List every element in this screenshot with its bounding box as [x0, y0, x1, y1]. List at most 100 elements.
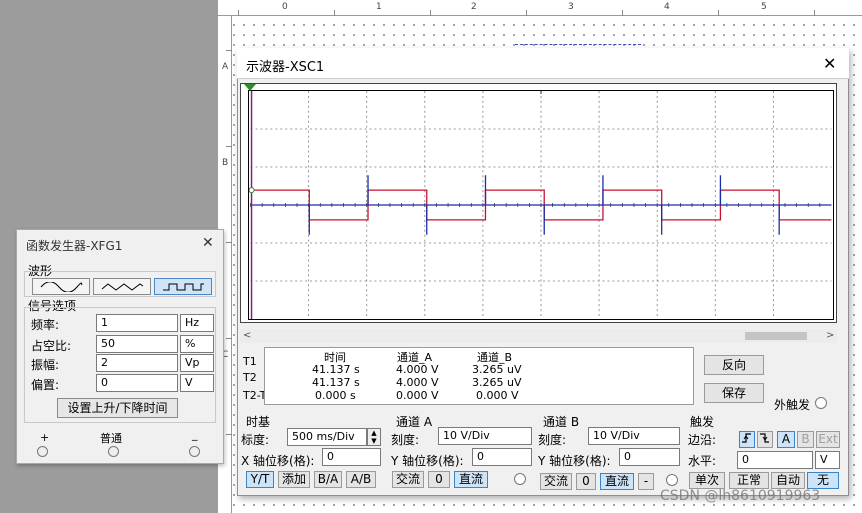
- plus-terminal-label: +: [40, 431, 50, 444]
- oscilloscope-titlebar[interactable]: [237, 48, 849, 79]
- falling-edge-button[interactable]: [757, 431, 773, 448]
- t2-t1-channel-a: 0.000 V: [396, 389, 439, 402]
- x-position-input[interactable]: 0: [322, 448, 381, 466]
- square-wave-button[interactable]: [154, 278, 212, 295]
- timebase-scale-input[interactable]: 500 ms/Div: [287, 428, 367, 446]
- frequency-input[interactable]: 1: [96, 314, 178, 332]
- t2-t1-time: 0.000 s: [315, 389, 356, 402]
- plus-terminal[interactable]: [37, 446, 48, 457]
- minus-terminal-label: _: [192, 428, 198, 441]
- single-trigger-button[interactable]: 单次: [689, 472, 725, 489]
- scroll-left-icon[interactable]: <: [243, 330, 251, 341]
- channel-a-scale-label: 刻度:: [391, 433, 420, 447]
- channel-a-ac-button[interactable]: 交流: [392, 471, 424, 488]
- trigger-source-b-button[interactable]: B: [797, 431, 814, 448]
- oscilloscope-title: 示波器-XSC1: [246, 60, 325, 75]
- watermark: CSDN @lh8610919963: [660, 488, 821, 504]
- external-trigger-terminal[interactable]: [815, 397, 827, 409]
- channel-b-scale-label: 刻度:: [538, 433, 567, 447]
- channel-a-title: 通道 A: [396, 415, 433, 429]
- channel-b-y-position-input[interactable]: 0: [619, 448, 680, 466]
- t2-channel-a: 4.000 V: [396, 376, 439, 389]
- rising-edge-button[interactable]: [739, 431, 755, 448]
- normal-trigger-button[interactable]: 正常: [729, 472, 769, 489]
- channel-b-title: 通道 B: [543, 415, 580, 429]
- reverse-button[interactable]: 反向: [704, 355, 764, 375]
- channel-a-zero-button[interactable]: 0: [428, 471, 450, 488]
- duty-cycle-unit[interactable]: %: [180, 335, 214, 353]
- save-button[interactable]: 保存: [704, 383, 764, 403]
- offset-input[interactable]: 0: [96, 374, 178, 392]
- add-mode-button[interactable]: 添加: [278, 471, 310, 488]
- timebase-title: 时基: [246, 415, 271, 429]
- channel-a-y-position-label: Y 轴位移(格):: [391, 454, 464, 468]
- channel-b-dc-button[interactable]: 直流: [600, 473, 634, 490]
- ruler-number: 0: [282, 2, 288, 12]
- channel-b-scale-input[interactable]: 10 V/Div: [588, 427, 680, 445]
- t2-t1-channel-b: 0.000 V: [476, 389, 519, 402]
- common-terminal[interactable]: [108, 446, 119, 457]
- timebase-scale-label: 标度:: [241, 433, 270, 447]
- t1-channel-b: 3.265 uV: [472, 363, 522, 376]
- amplitude-label: 振幅:: [31, 358, 60, 372]
- duty-cycle-label: 占空比:: [31, 339, 72, 353]
- channel-a-dc-button[interactable]: 直流: [454, 471, 488, 488]
- channel-b-terminal[interactable]: [666, 474, 678, 486]
- trigger-source-a-button[interactable]: A: [777, 431, 795, 448]
- common-terminal-label: 普通: [100, 432, 122, 445]
- offset-unit[interactable]: V: [180, 374, 214, 392]
- rise-fall-time-button[interactable]: 设置上升/下降时间: [57, 398, 178, 418]
- ruler-number: 1: [376, 2, 382, 12]
- ruler-number: 5: [761, 2, 767, 12]
- duty-cycle-input[interactable]: 50: [96, 335, 178, 353]
- trigger-level-input[interactable]: 0: [737, 451, 813, 469]
- triangle-wave-button[interactable]: [93, 278, 151, 295]
- timebase-spinner[interactable]: ▲ ▼: [367, 428, 381, 446]
- auto-trigger-button[interactable]: 自动: [771, 472, 805, 489]
- amplitude-unit[interactable]: Vp: [180, 354, 214, 372]
- trigger-title: 触发: [690, 415, 715, 429]
- t1-label: T1: [243, 355, 257, 368]
- ba-mode-button[interactable]: B/A: [314, 471, 342, 488]
- x-position-label: X 轴位移(格):: [241, 454, 315, 468]
- frequency-unit[interactable]: Hz: [180, 314, 214, 332]
- sine-wave-icon: [40, 281, 83, 292]
- ruler-row-letter: B: [222, 158, 229, 168]
- cursor-t1-point: [249, 187, 255, 194]
- channel-a-y-position-input[interactable]: 0: [472, 448, 532, 466]
- ruler-number: 3: [568, 2, 574, 12]
- yt-mode-button[interactable]: Y/T: [246, 471, 274, 488]
- t2-label: T2: [243, 371, 257, 384]
- t2-channel-b: 3.265 uV: [472, 376, 522, 389]
- ruler-number: 2: [471, 2, 477, 12]
- scrollbar-thumb[interactable]: [745, 332, 807, 340]
- external-trigger-label: 外触发: [774, 398, 811, 412]
- frequency-label: 频率:: [31, 318, 60, 332]
- amplitude-input[interactable]: 2: [96, 354, 178, 372]
- t2-time: 41.137 s: [312, 376, 360, 389]
- channel-b-zero-button[interactable]: 0: [576, 473, 596, 490]
- scope-display[interactable]: [248, 90, 834, 320]
- close-icon[interactable]: ✕: [202, 235, 214, 251]
- horizontal-scrollbar[interactable]: < >: [240, 329, 837, 343]
- sine-wave-button[interactable]: [32, 278, 90, 295]
- square-wave-icon: [163, 283, 204, 290]
- cursor-t1-marker-icon[interactable]: [243, 83, 257, 93]
- channel-a-scale-input[interactable]: 10 V/Div: [438, 427, 532, 445]
- scroll-right-icon[interactable]: >: [826, 330, 834, 341]
- channel-b-ac-button[interactable]: 交流: [540, 473, 572, 490]
- ruler-row-letter: A: [222, 62, 229, 72]
- none-trigger-button[interactable]: 无: [807, 472, 839, 489]
- minus-terminal[interactable]: [189, 446, 200, 457]
- channel-b-minus-button[interactable]: -: [638, 473, 654, 490]
- close-icon[interactable]: ✕: [823, 54, 836, 73]
- channel-a-terminal[interactable]: [514, 473, 526, 485]
- trigger-source-ext-button[interactable]: Ext: [816, 431, 840, 448]
- ruler-number: 4: [664, 2, 670, 12]
- trigger-level-unit[interactable]: V: [815, 451, 840, 469]
- triangle-wave-icon: [101, 282, 144, 291]
- rising-edge-icon: [742, 433, 751, 443]
- function-generator-title: 函数发生器-XFG1: [26, 239, 123, 253]
- trigger-edge-label: 边沿:: [688, 433, 717, 447]
- ab-mode-button[interactable]: A/B: [346, 471, 376, 488]
